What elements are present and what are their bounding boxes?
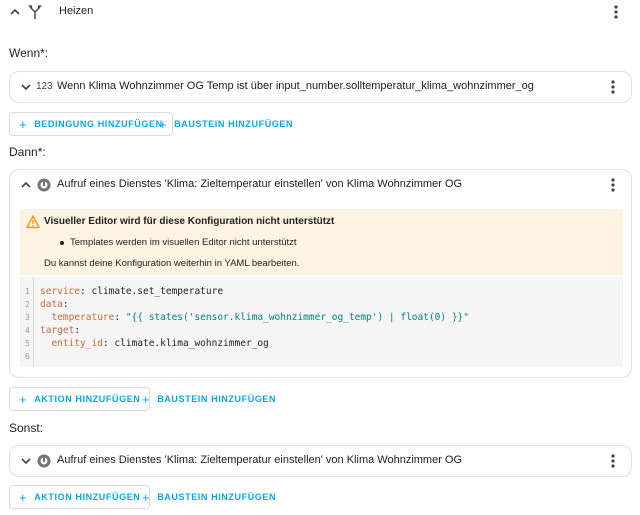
action-header[interactable]: Aufruf eines Dienstes 'Klima: Zieltemper… <box>10 170 631 200</box>
plus-icon: + <box>142 489 151 505</box>
bullet <box>60 241 64 245</box>
service-icon <box>37 178 51 192</box>
add-action-label: AKTION HINZUFÜGEN <box>34 492 141 502</box>
more-vert-icon[interactable] <box>603 176 623 194</box>
unsupported-editor-warning: Visueller Editor wird für diese Konfigur… <box>20 209 623 275</box>
yaml-key: data <box>40 299 63 310</box>
more-vert-icon[interactable] <box>603 78 623 96</box>
add-block-label: BAUSTEIN HINZUFÜGEN <box>174 119 294 129</box>
then-label: Dann*: <box>9 145 46 159</box>
yaml-line[interactable]: service: climate.set_temperature <box>40 286 223 297</box>
add-building-block-button[interactable]: + BAUSTEIN HINZUFÜGEN <box>133 387 285 411</box>
warning-icon <box>26 215 40 229</box>
when-label: Wenn*: <box>9 46 49 60</box>
yaml-line[interactable]: target: <box>40 325 80 336</box>
yaml-value: climate.klima_wohnzimmer_og <box>114 338 269 349</box>
line-number: 1 <box>25 287 30 296</box>
plus-icon: + <box>19 489 28 505</box>
add-action-button[interactable]: + AKTION HINZUFÜGEN <box>9 387 151 411</box>
warning-item: Templates werden im visuellen Editor nic… <box>70 237 297 248</box>
choose-header[interactable]: Heizen <box>0 0 640 24</box>
action-card[interactable]: Aufruf eines Dienstes 'Klima: Zieltemper… <box>9 169 632 378</box>
condition-summary: Wenn Klima Wohnzimmer OG Temp ist über i… <box>57 80 534 92</box>
yaml-line[interactable]: data: <box>40 299 69 310</box>
numeric-123-icon: 123 <box>36 81 53 92</box>
add-action-button[interactable]: + AKTION HINZUFÜGEN <box>9 485 151 509</box>
chevron-up-icon[interactable] <box>8 5 22 19</box>
chevron-down-icon[interactable] <box>19 80 33 94</box>
plus-icon: + <box>19 391 28 407</box>
add-condition-button[interactable]: + BEDINGUNG HINZUFÜGEN <box>9 112 173 136</box>
plus-icon: + <box>19 116 28 132</box>
line-number: 5 <box>25 339 30 348</box>
yaml-string: "{{ states('sensor.klima_wohnzimmer_og_t… <box>125 312 469 323</box>
add-building-block-button[interactable]: + BAUSTEIN HINZUFÜGEN <box>150 112 302 136</box>
warning-footer: Du kannst deine Konfiguration weiterhin … <box>44 258 300 269</box>
plus-icon: + <box>142 391 151 407</box>
more-vert-icon[interactable] <box>603 452 623 470</box>
condition-card[interactable]: 123 Wenn Klima Wohnzimmer OG Temp ist üb… <box>9 71 632 103</box>
condition-header[interactable]: 123 Wenn Klima Wohnzimmer OG Temp ist üb… <box>10 72 631 102</box>
line-number: 2 <box>25 300 30 309</box>
else-action-summary: Aufruf eines Dienstes 'Klima: Zieltemper… <box>57 454 463 466</box>
action-summary: Aufruf eines Dienstes 'Klima: Zieltemper… <box>57 178 463 190</box>
add-block-label: BAUSTEIN HINZUFÜGEN <box>157 492 277 502</box>
choose-fork-icon <box>28 5 42 19</box>
yaml-editor[interactable]: 1 2 3 4 5 6 service: climate.set_tempera… <box>20 277 623 367</box>
else-label: Sonst: <box>9 421 44 435</box>
add-action-label: AKTION HINZUFÜGEN <box>34 394 141 404</box>
line-number: 4 <box>25 326 30 335</box>
else-action-header[interactable]: Aufruf eines Dienstes 'Klima: Zieltemper… <box>10 446 631 476</box>
yaml-line[interactable]: entity_id: climate.klima_wohnzimmer_og <box>40 338 269 349</box>
yaml-line[interactable]: temperature: "{{ states('sensor.klima_wo… <box>40 312 469 323</box>
line-number: 3 <box>25 313 30 322</box>
yaml-key: target <box>40 325 75 336</box>
warning-title: Visueller Editor wird für diese Konfigur… <box>44 216 335 227</box>
yaml-key: entity_id <box>51 338 103 349</box>
add-block-label: BAUSTEIN HINZUFÜGEN <box>157 394 277 404</box>
add-condition-label: BEDINGUNG HINZUFÜGEN <box>34 119 163 129</box>
add-building-block-button[interactable]: + BAUSTEIN HINZUFÜGEN <box>133 485 285 509</box>
yaml-value: climate.set_temperature <box>91 286 224 297</box>
chevron-down-icon[interactable] <box>19 454 33 468</box>
yaml-key: temperature <box>51 312 115 323</box>
yaml-key: service <box>40 286 81 297</box>
service-icon <box>37 454 51 468</box>
more-vert-icon[interactable] <box>606 3 626 21</box>
plus-icon: + <box>159 116 168 132</box>
choose-title: Heizen <box>59 5 94 17</box>
else-action-card[interactable]: Aufruf eines Dienstes 'Klima: Zieltemper… <box>9 445 632 477</box>
line-number: 6 <box>25 352 30 361</box>
chevron-up-icon[interactable] <box>19 178 33 192</box>
